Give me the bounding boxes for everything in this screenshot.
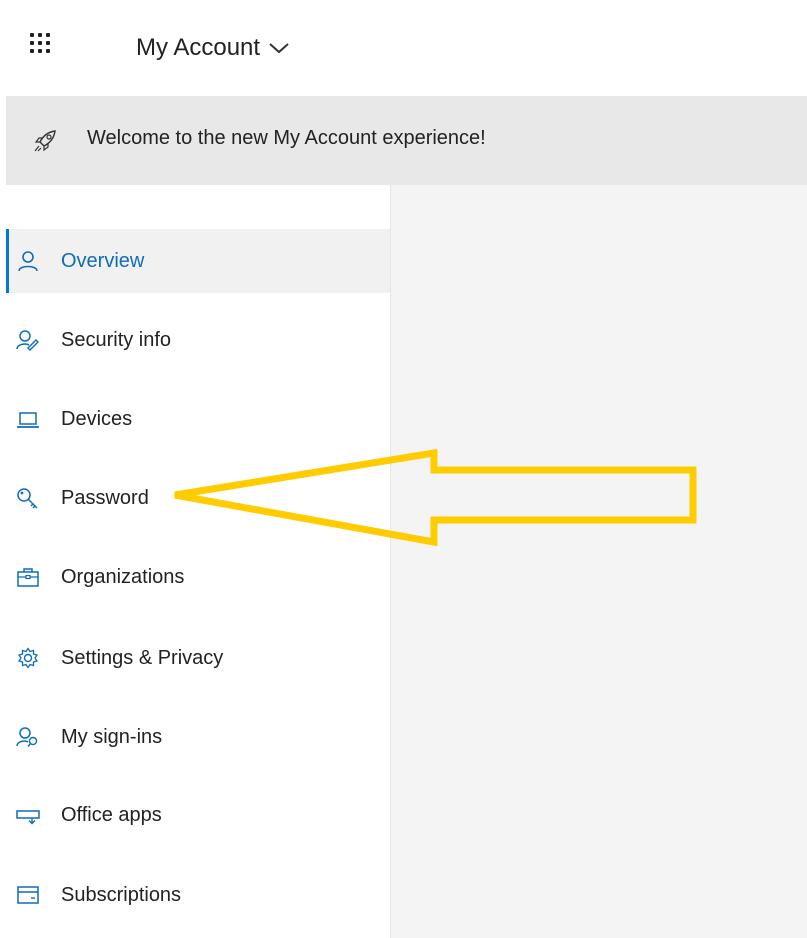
sidebar-item-label: Devices (61, 407, 133, 430)
sidebar-item-label: Security info (61, 328, 172, 351)
sidebar-item-subscriptions[interactable]: Subscriptions (6, 863, 390, 927)
sidebar-item-office-apps[interactable]: Office apps (6, 783, 390, 847)
briefcase-icon (17, 568, 39, 587)
sidebar-item-label: Overview (61, 249, 145, 272)
sidebar-item-my-sign-ins[interactable]: My sign-ins (6, 705, 390, 769)
person-icon (18, 251, 38, 272)
sidebar-item-label: Password (61, 486, 149, 509)
app-title: My Account (136, 34, 261, 61)
banner-text: Welcome to the new My Account experience… (87, 127, 486, 149)
sidebar-item-label: Subscriptions (61, 883, 182, 906)
office-apps-icon (16, 810, 40, 825)
gear-icon (17, 647, 39, 669)
sidebar-item-overview[interactable]: Overview (6, 229, 390, 293)
sidebar-item-label: My sign-ins (61, 725, 163, 748)
sidebar-item-organizations[interactable]: Organizations (6, 545, 390, 609)
welcome-banner: Welcome to the new My Account experience… (6, 96, 807, 185)
laptop-icon (17, 412, 39, 428)
top-bar: My Account (0, 0, 807, 96)
main-content (390, 185, 807, 938)
sidebar-item-label: Office apps (61, 803, 162, 826)
rocket-icon (34, 130, 56, 152)
sidebar-item-label: Organizations (61, 565, 185, 588)
app-title-menu[interactable]: My Account (136, 30, 290, 66)
sidebar-item-devices[interactable]: Devices (6, 387, 390, 451)
sidebar-item-settings-privacy[interactable]: Settings & Privacy (6, 626, 390, 690)
sidebar-nav: Overview Security info Devices Password (6, 185, 390, 938)
person-key-icon (16, 330, 39, 351)
card-icon (17, 886, 39, 904)
person-search-icon (16, 727, 38, 747)
sidebar-item-security-info[interactable]: Security info (6, 308, 390, 372)
chevron-down-icon (269, 43, 289, 54)
key-icon (17, 488, 38, 509)
sidebar-item-password[interactable]: Password (6, 466, 390, 530)
app-launcher-icon[interactable] (30, 33, 60, 63)
sidebar-item-label: Settings & Privacy (61, 646, 224, 669)
